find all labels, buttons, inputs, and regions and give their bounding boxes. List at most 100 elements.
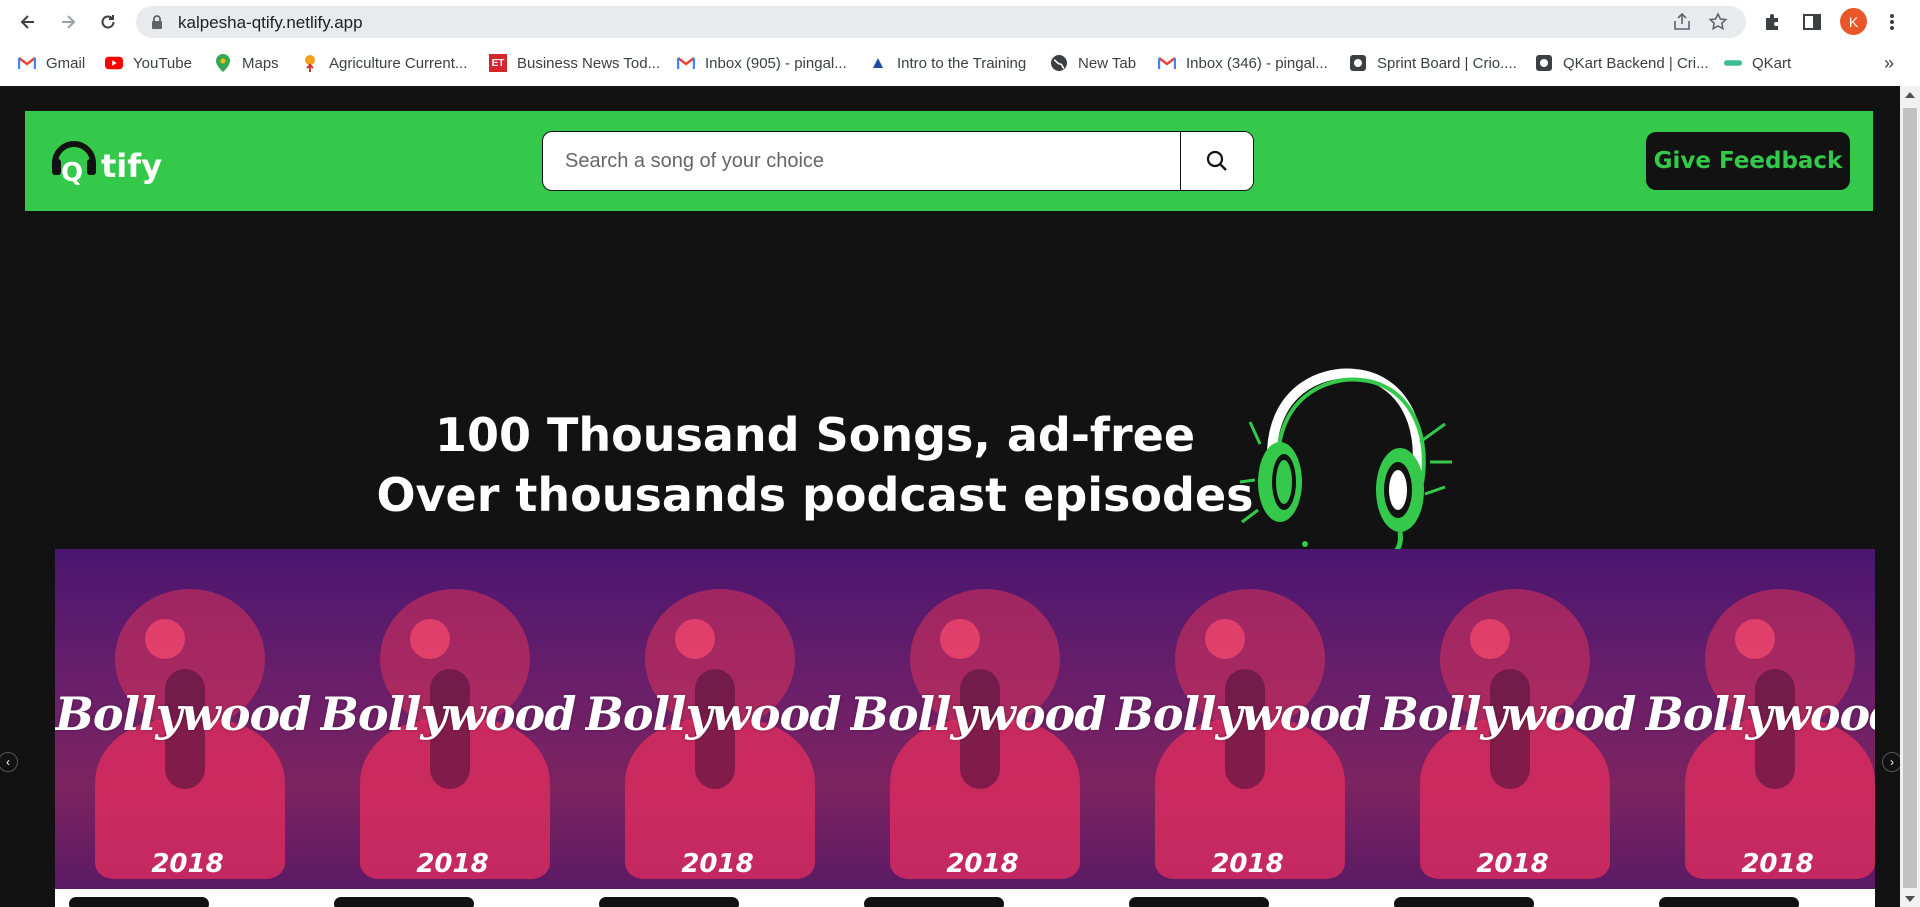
bookmark-label: Business News Tod... [517, 54, 661, 72]
gmail-icon [677, 54, 695, 72]
carousel-prev-button[interactable]: ‹ [0, 752, 18, 772]
album-year: 2018 [1476, 849, 1549, 879]
album-card-footer [850, 889, 1115, 907]
album-card-footer [585, 889, 850, 907]
search-button[interactable] [1180, 132, 1253, 190]
bookmark-star-icon[interactable] [1708, 12, 1728, 32]
album-card[interactable]: Bollywood Hi 2018 [1645, 549, 1875, 907]
crio-icon [1349, 54, 1367, 72]
bookmark-label: QKart [1752, 54, 1792, 72]
youtube-icon [105, 54, 123, 72]
search-icon [1206, 150, 1227, 171]
album-card-footer [1380, 889, 1645, 907]
scroll-up-icon[interactable] [1905, 92, 1915, 98]
back-button[interactable] [14, 8, 42, 36]
profile-avatar[interactable]: K [1840, 8, 1867, 35]
carousel-track: Bollywood Hi 2018 Bollywood Hi 2018 Bollywoo… [55, 549, 1875, 907]
share-icon[interactable] [1672, 12, 1692, 32]
follows-chip [864, 897, 1004, 907]
give-feedback-button[interactable]: Give Feedback [1646, 132, 1850, 190]
side-panel-icon [1803, 14, 1821, 30]
bookmark-label: YouTube [133, 54, 192, 72]
side-panel-button[interactable] [1800, 10, 1824, 34]
crio-icon [1535, 54, 1553, 72]
bookmark-label: New Tab [1078, 54, 1137, 72]
album-title: Bollywood Hi [1645, 687, 1875, 741]
svg-text:Q: Q [61, 158, 83, 185]
logo-text: tify [101, 147, 163, 185]
lock-icon [152, 15, 162, 29]
search-input[interactable] [543, 132, 1163, 190]
album-title: Bollywood Hi [1115, 687, 1380, 741]
qtify-logo[interactable]: Q tify [49, 135, 163, 187]
album-year: 2018 [151, 849, 224, 879]
gmail-icon [18, 54, 36, 72]
puzzle-icon [1766, 14, 1778, 30]
reload-button[interactable] [94, 8, 122, 36]
bookmark-qkart-backend[interactable]: QKart Backend | Cri... [1535, 53, 1709, 73]
album-card[interactable]: Bollywood Hi 2018 [850, 549, 1115, 907]
bookmark-business-news[interactable]: ET Business News Tod... [489, 53, 660, 73]
bookmark-label: Inbox (905) - pingal... [705, 54, 847, 72]
album-card-footer [320, 889, 585, 907]
album-card-footer [1115, 889, 1380, 907]
album-year: 2018 [1741, 849, 1814, 879]
search-bar [542, 131, 1254, 191]
album-card-footer [1645, 889, 1875, 907]
browser-menu-button[interactable] [1880, 10, 1904, 34]
follows-chip [599, 897, 739, 907]
training-icon [869, 54, 887, 72]
bookmark-agriculture[interactable]: Agriculture Current... [301, 53, 467, 73]
album-card[interactable]: Bollywood Hi 2018 [320, 549, 585, 907]
gmail-icon [1158, 54, 1176, 72]
maps-icon [214, 54, 232, 72]
address-bar[interactable]: kalpesha-qtify.netlify.app [136, 6, 1746, 38]
bookmark-label: Agriculture Current... [329, 54, 468, 72]
agriculture-icon [301, 54, 319, 72]
bookmark-gmail[interactable]: Gmail [18, 53, 85, 73]
bookmark-sprint-board[interactable]: Sprint Board | Crio.... [1349, 53, 1517, 73]
follows-chip [334, 897, 474, 907]
browser-chrome: kalpesha-qtify.netlify.app K Gmail YouTu… [0, 0, 1920, 87]
album-card[interactable]: Bollywood Hi 2018 [1380, 549, 1645, 907]
bookmark-label: Gmail [46, 54, 86, 72]
scroll-down-icon[interactable] [1905, 896, 1915, 902]
et-icon: ET [489, 54, 507, 72]
bookmark-label: QKart Backend | Cri... [1563, 54, 1709, 72]
bookmark-inbox-346[interactable]: Inbox (346) - pingal... [1158, 53, 1328, 73]
bookmark-new-tab[interactable]: New Tab [1050, 53, 1136, 73]
extensions-button[interactable] [1760, 10, 1784, 34]
browser-toolbar: kalpesha-qtify.netlify.app K [0, 0, 1920, 44]
bookmark-intro-training[interactable]: Intro to the Training [869, 53, 1026, 73]
album-year: 2018 [681, 849, 754, 879]
more-bookmarks-button[interactable]: » [1884, 53, 1894, 73]
album-title: Bollywood Hi [320, 687, 585, 741]
album-title: Bollywood Hi [585, 687, 850, 741]
kebab-menu-icon [1890, 14, 1894, 30]
globe-icon [1050, 54, 1068, 72]
bookmark-maps[interactable]: Maps [214, 53, 279, 73]
album-card[interactable]: Bollywood Hi 2018 [585, 549, 850, 907]
back-arrow-icon [20, 15, 34, 29]
chevron-left-icon: ‹ [6, 755, 10, 769]
album-carousel: Bollywood Hi 2018 Bollywood Hi 2018 Bollywoo… [55, 549, 1875, 907]
bookmark-label: Inbox (346) - pingal... [1186, 54, 1328, 72]
page-scrollbar[interactable] [1900, 86, 1920, 907]
url-text: kalpesha-qtify.netlify.app [178, 13, 363, 32]
site-navbar: Q tify Give Feedback [25, 111, 1873, 211]
carousel-next-button[interactable]: › [1882, 752, 1900, 772]
bookmark-label: Maps [242, 54, 279, 72]
bookmark-youtube[interactable]: YouTube [105, 53, 192, 73]
bookmarks-bar: Gmail YouTube Maps Agriculture Current..… [0, 48, 1920, 78]
chevron-right-icon: › [1890, 755, 1894, 769]
forward-button[interactable] [54, 8, 82, 36]
bookmark-qkart[interactable]: QKart [1724, 53, 1791, 73]
scrollbar-thumb[interactable] [1903, 108, 1917, 888]
bookmark-inbox-905[interactable]: Inbox (905) - pingal... [677, 53, 847, 73]
reload-icon [101, 15, 115, 29]
album-card[interactable]: Bollywood Hi 2018 [1115, 549, 1380, 907]
album-year: 2018 [1211, 849, 1284, 879]
follows-chip [1129, 897, 1269, 907]
forward-arrow-icon [62, 15, 76, 29]
album-card[interactable]: Bollywood Hi 2018 [55, 549, 320, 907]
